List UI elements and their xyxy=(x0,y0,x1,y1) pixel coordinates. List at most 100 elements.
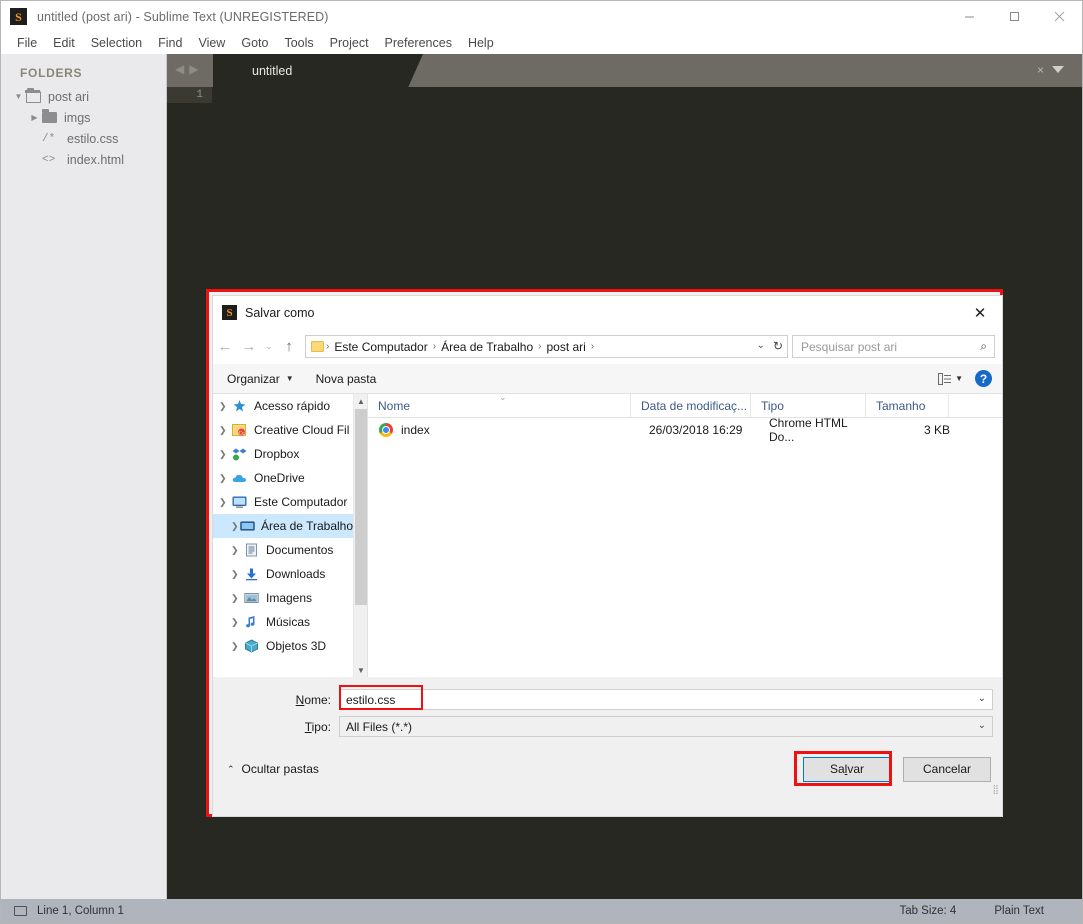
dialog-title-bar: S Salvar como ✕ xyxy=(213,296,1002,329)
save-button[interactable]: Salvar xyxy=(803,757,891,782)
window-title: untitled (post ari) - Sublime Text (UNRE… xyxy=(37,10,329,24)
column-header-data-modificacao[interactable]: Data de modificaç... xyxy=(631,394,751,417)
dialog-close-icon[interactable]: ✕ xyxy=(958,296,1002,329)
sort-ascending-icon: ⌄ xyxy=(499,392,507,403)
name-field-row: Nome: estilo.css ⌄ xyxy=(213,686,1002,713)
maximize-icon[interactable] xyxy=(992,1,1037,32)
refresh-icon[interactable]: ↻ xyxy=(773,339,783,353)
tab-nav-arrows[interactable]: ◀ ▶ xyxy=(175,62,198,76)
help-icon[interactable]: ? xyxy=(975,370,992,387)
syntax-label[interactable]: Plain Text xyxy=(994,905,1044,917)
save-as-dialog: S Salvar como ✕ ← → ⌄ ↑ › Este Computado… xyxy=(212,295,1003,817)
organize-button[interactable]: Organizar ▼ xyxy=(213,372,302,386)
cancel-button[interactable]: Cancelar xyxy=(903,757,991,782)
breadcrumb-dropdown-icon[interactable]: ⌄ xyxy=(757,340,765,351)
menu-edit[interactable]: Edit xyxy=(45,34,83,52)
menu-selection[interactable]: Selection xyxy=(83,34,150,52)
sidebar-toggle-icon[interactable] xyxy=(14,906,27,916)
nav-item-area-de-trabalho[interactable]: ❯ Área de Trabalho xyxy=(213,514,353,538)
sidebar-item-imgs[interactable]: ▶ imgs xyxy=(1,107,166,128)
breadcrumb-bar[interactable]: › Este Computador › Área de Trabalho › p… xyxy=(305,335,788,358)
breadcrumb-post-ari[interactable]: post ari xyxy=(543,340,588,354)
sidebar-item-label: post ari xyxy=(48,90,89,104)
chevron-right-icon[interactable]: ❯ xyxy=(231,545,244,556)
nav-item-label: Creative Cloud Fil xyxy=(254,423,349,437)
recent-locations-chevron-icon[interactable]: ⌄ xyxy=(261,335,277,359)
sidebar-item-index-html[interactable]: <> index.html xyxy=(1,149,166,170)
menu-view[interactable]: View xyxy=(190,34,233,52)
sidebar-item-label: imgs xyxy=(64,111,90,125)
nav-item-musicas[interactable]: ❯ Músicas xyxy=(213,610,353,634)
nav-item-imagens[interactable]: ❯ Imagens xyxy=(213,586,353,610)
menu-bar: File Edit Selection Find View Goto Tools… xyxy=(1,32,1082,54)
tab-overflow-chevron-icon[interactable] xyxy=(1052,66,1064,73)
filename-input[interactable]: estilo.css ⌄ xyxy=(339,689,993,710)
chevron-right-icon[interactable]: ❯ xyxy=(231,593,244,604)
nav-item-label: Objetos 3D xyxy=(266,639,326,653)
chevron-down-icon[interactable]: ❯ xyxy=(219,497,232,508)
chevron-right-icon[interactable]: ❯ xyxy=(219,449,232,460)
tab-prev-icon[interactable]: ◀ xyxy=(175,62,184,76)
filetype-value: All Files (*.*) xyxy=(346,720,412,734)
nav-item-downloads[interactable]: ❯ Downloads xyxy=(213,562,353,586)
chevron-down-icon[interactable]: ⌄ xyxy=(978,693,986,704)
chevron-down-icon[interactable]: ⌄ xyxy=(978,720,986,731)
nav-item-este-computador[interactable]: ❯ Este Computador xyxy=(213,490,353,514)
menu-help[interactable]: Help xyxy=(460,34,502,52)
table-row[interactable]: index 26/03/2018 16:29 Chrome HTML Do...… xyxy=(368,418,1002,442)
hide-folders-button[interactable]: ⌃ Ocultar pastas xyxy=(227,762,319,776)
chrome-icon xyxy=(379,423,393,437)
tab-next-icon[interactable]: ▶ xyxy=(189,62,198,76)
nav-item-documentos[interactable]: ❯ Documentos xyxy=(213,538,353,562)
chevron-down-icon: ▼ xyxy=(13,92,24,101)
search-input[interactable]: Pesquisar post ari ⌕ xyxy=(792,335,995,358)
menu-preferences[interactable]: Preferences xyxy=(377,34,460,52)
nav-item-dropbox[interactable]: ❯ Dropbox xyxy=(213,442,353,466)
menu-project[interactable]: Project xyxy=(322,34,377,52)
view-mode-button[interactable]: ▼ xyxy=(938,372,963,386)
nav-item-objetos-3d[interactable]: ❯ Objetos 3D xyxy=(213,634,353,658)
nav-item-acesso-rapido[interactable]: ❯ Acesso rápido xyxy=(213,394,353,418)
column-header-nome[interactable]: ⌄ Nome xyxy=(368,394,631,417)
scrollbar-thumb[interactable] xyxy=(355,409,367,605)
back-icon[interactable]: ← xyxy=(213,335,237,359)
column-header-tipo[interactable]: Tipo xyxy=(751,394,866,417)
list-view-icon xyxy=(938,372,952,386)
status-right: Tab Size: 4 Plain Text xyxy=(899,905,1082,917)
documents-icon xyxy=(244,543,260,558)
new-folder-button[interactable]: Nova pasta xyxy=(302,372,385,386)
forward-icon[interactable]: → xyxy=(237,335,261,359)
column-header-tamanho[interactable]: Tamanho xyxy=(866,394,949,417)
tab-label: untitled xyxy=(252,64,292,78)
chevron-right-icon[interactable]: ❯ xyxy=(231,641,244,652)
navigation-scrollbar[interactable]: ▲ ▼ xyxy=(353,394,367,677)
sidebar-item-post-ari[interactable]: ▼ post ari xyxy=(1,86,166,107)
sidebar-item-estilo-css[interactable]: /* estilo.css xyxy=(1,128,166,149)
up-icon[interactable]: ↑ xyxy=(277,335,301,359)
chevron-right-icon[interactable]: ❯ xyxy=(219,473,232,484)
breadcrumb-area-de-trabalho[interactable]: Área de Trabalho xyxy=(438,340,536,354)
filetype-select[interactable]: All Files (*.*) ⌄ xyxy=(339,716,993,737)
chevron-right-icon[interactable]: ❯ xyxy=(231,569,244,580)
chevron-right-icon[interactable]: ❯ xyxy=(219,401,232,412)
chevron-right-icon[interactable]: ❯ xyxy=(219,425,232,436)
nav-item-onedrive[interactable]: ❯ OneDrive xyxy=(213,466,353,490)
tab-close-icon[interactable]: × xyxy=(1037,63,1044,77)
scroll-up-icon[interactable]: ▲ xyxy=(354,394,368,408)
chevron-right-icon[interactable]: ❯ xyxy=(231,521,240,532)
scroll-down-icon[interactable]: ▼ xyxy=(354,663,368,677)
pin-icon xyxy=(232,399,248,414)
breadcrumb-este-computador[interactable]: Este Computador xyxy=(331,340,430,354)
nav-item-creative-cloud-files[interactable]: ❯ Cc Creative Cloud Fil xyxy=(213,418,353,442)
menu-file[interactable]: File xyxy=(9,34,45,52)
tab-size-label[interactable]: Tab Size: 4 xyxy=(899,905,956,917)
close-icon[interactable] xyxy=(1037,1,1082,32)
minimize-icon[interactable] xyxy=(947,1,992,32)
menu-tools[interactable]: Tools xyxy=(276,34,321,52)
menu-find[interactable]: Find xyxy=(150,34,190,52)
resize-grip-icon[interactable]: ⣿ xyxy=(992,784,998,795)
tab-untitled[interactable]: untitled xyxy=(213,54,423,87)
menu-goto[interactable]: Goto xyxy=(233,34,276,52)
folders-sidebar: FOLDERS ▼ post ari ▶ imgs /* estilo.css … xyxy=(1,54,167,899)
chevron-right-icon[interactable]: ❯ xyxy=(231,617,244,628)
